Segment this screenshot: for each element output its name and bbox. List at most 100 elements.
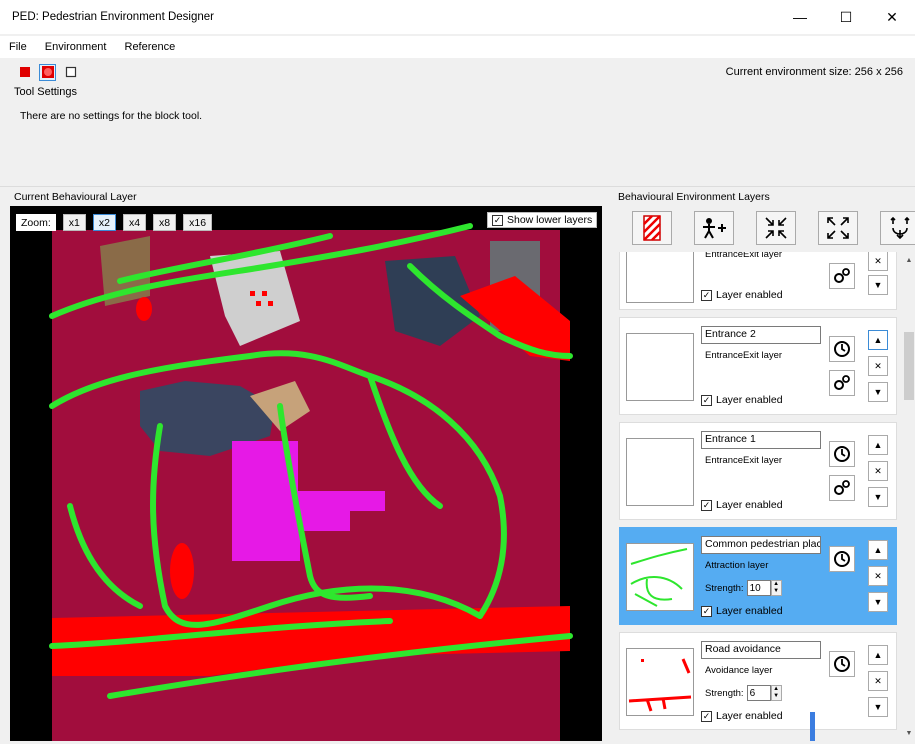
layer-card-selected[interactable]: Common pedestrian plac Attraction layer …: [619, 527, 897, 625]
move-layer-down-button[interactable]: ▼: [868, 592, 888, 612]
layer-name-input[interactable]: Entrance 2: [701, 326, 821, 344]
scroll-up-icon[interactable]: ▲: [903, 254, 915, 266]
checkbox-checked-icon: ✓: [701, 289, 712, 301]
maximize-button[interactable]: ☐: [823, 0, 869, 34]
person-add-icon: [703, 218, 726, 239]
gears-icon: [834, 480, 850, 495]
strength-control: Strength: 10 ▲ ▼: [705, 580, 782, 596]
layer-thumbnail: [626, 333, 694, 401]
environment-size-status: Current environment size: 256 x 256: [725, 66, 903, 78]
current-layer-label: Current Behavioural Layer: [14, 191, 137, 203]
layers-list[interactable]: EntranceExit layer ✓ Layer enabled ✕ ▼ E…: [614, 252, 902, 741]
layer-card[interactable]: Road avoidance Avoidance layer Strength:…: [619, 632, 897, 730]
layer-schedule-button[interactable]: [829, 546, 855, 572]
strength-label: Strength:: [705, 582, 744, 594]
move-layer-down-button[interactable]: ▼: [868, 697, 888, 717]
delete-layer-button[interactable]: ✕: [868, 461, 888, 481]
menu-environment[interactable]: Environment: [36, 41, 116, 53]
strength-input[interactable]: 6: [746, 685, 771, 701]
scrollbar-thumb[interactable]: [904, 332, 914, 400]
layer-enabled-checkbox[interactable]: ✓ Layer enabled: [701, 605, 783, 617]
merge-arrows-icon: [890, 216, 910, 240]
delete-layer-button[interactable]: ✕: [868, 356, 888, 376]
add-block-layer-button[interactable]: [632, 211, 672, 245]
arrows-inward-icon: [765, 217, 787, 239]
spin-down-icon: ▼: [773, 693, 780, 699]
arrow-down-icon: ▼: [873, 280, 883, 290]
layer-enabled-checkbox[interactable]: ✓ Layer enabled: [701, 499, 783, 511]
red-circle-icon: [41, 66, 54, 78]
move-layer-down-button[interactable]: ▼: [868, 382, 888, 402]
menu-reference[interactable]: Reference: [116, 41, 185, 53]
layer-schedule-button[interactable]: [829, 651, 855, 677]
eraser-tool-button[interactable]: [62, 64, 79, 81]
title-bar: PED: Pedestrian Environment Designer — ☐…: [0, 0, 915, 34]
layer-settings-button[interactable]: [829, 475, 855, 501]
move-layer-up-button[interactable]: ▲: [868, 645, 888, 665]
layers-scrollbar[interactable]: ▲ ▼: [903, 252, 915, 741]
layer-type-label: Avoidance layer: [705, 665, 773, 676]
red-square-icon: [19, 67, 30, 77]
map-canvas[interactable]: [10, 206, 602, 741]
move-layer-up-button[interactable]: ▲: [868, 330, 888, 350]
layer-thumbnail: [626, 648, 694, 716]
layer-card[interactable]: Entrance 2 EntranceExit layer ✓ Layer en…: [619, 317, 897, 415]
move-layer-down-button[interactable]: ▼: [868, 487, 888, 507]
checkbox-checked-icon: ✓: [492, 214, 503, 226]
zoom-x4-button[interactable]: x4: [122, 214, 147, 231]
layer-settings-button[interactable]: [829, 263, 855, 289]
layer-enabled-checkbox[interactable]: ✓ Layer enabled: [701, 710, 783, 722]
menu-bar: File Environment Reference: [0, 36, 915, 58]
zoom-x8-button[interactable]: x8: [153, 214, 177, 231]
delete-layer-button[interactable]: ✕: [868, 252, 888, 271]
layer-name-input[interactable]: Road avoidance: [701, 641, 821, 659]
delete-layer-button[interactable]: ✕: [868, 671, 888, 691]
checkbox-checked-icon: ✓: [701, 394, 712, 406]
show-lower-layers-checkbox[interactable]: ✓ Show lower layers: [487, 212, 598, 228]
layer-enabled-label: Layer enabled: [716, 710, 783, 722]
drag-indicator: [810, 712, 815, 741]
layer-type-label: EntranceExit layer: [705, 252, 783, 260]
layer-enabled-checkbox[interactable]: ✓ Layer enabled: [701, 289, 783, 301]
minimize-button[interactable]: —: [777, 0, 823, 34]
block-tool-button[interactable]: [16, 64, 33, 81]
layer-name-input[interactable]: Common pedestrian plac: [701, 536, 821, 554]
menu-file[interactable]: File: [0, 41, 36, 53]
attraction-thumbnail-drawing: [630, 548, 688, 607]
move-layer-down-button[interactable]: ▼: [868, 275, 888, 295]
move-layer-up-button[interactable]: ▲: [868, 540, 888, 560]
layer-thumbnail: [626, 438, 694, 506]
layer-enabled-label: Layer enabled: [716, 289, 783, 301]
merge-layers-button[interactable]: [880, 211, 915, 245]
expand-layers-button[interactable]: [818, 211, 858, 245]
zoom-x2-button[interactable]: x2: [92, 214, 116, 231]
layer-enabled-label: Layer enabled: [716, 605, 783, 617]
layer-type-label: Attraction layer: [705, 560, 769, 571]
zoom-x16-button[interactable]: x16: [183, 214, 213, 231]
layer-card[interactable]: EntranceExit layer ✓ Layer enabled ✕ ▼: [619, 252, 897, 310]
add-agent-layer-button[interactable]: [694, 211, 734, 245]
collapse-layers-button[interactable]: [756, 211, 796, 245]
move-layer-up-button[interactable]: ▲: [868, 435, 888, 455]
layer-schedule-button[interactable]: [829, 441, 855, 467]
strength-spinner[interactable]: ▲ ▼: [770, 685, 782, 701]
layer-type-label: EntranceExit layer: [705, 455, 783, 466]
layer-enabled-checkbox[interactable]: ✓ Layer enabled: [701, 394, 783, 406]
delete-layer-button[interactable]: ✕: [868, 566, 888, 586]
layer-schedule-button[interactable]: [829, 336, 855, 362]
scroll-down-icon[interactable]: ▼: [903, 727, 915, 739]
strength-control: Strength: 6 ▲ ▼: [705, 685, 782, 701]
tool-settings-label: Tool Settings: [14, 86, 77, 98]
empty-square-icon: [65, 66, 76, 78]
layer-settings-button[interactable]: [829, 370, 855, 396]
strength-input[interactable]: 10: [746, 580, 771, 596]
arrow-up-icon: ▲: [873, 545, 883, 555]
strength-spinner[interactable]: ▲ ▼: [770, 580, 782, 596]
clock-icon: [834, 446, 850, 462]
zoom-x1-button[interactable]: x1: [62, 214, 86, 231]
layer-card[interactable]: Entrance 1 EntranceExit layer ✓ Layer en…: [619, 422, 897, 520]
layer-name-input[interactable]: Entrance 1: [701, 431, 821, 449]
close-button[interactable]: ✕: [869, 0, 915, 34]
strength-label: Strength:: [705, 687, 744, 699]
circle-brush-tool-button[interactable]: [39, 63, 56, 81]
